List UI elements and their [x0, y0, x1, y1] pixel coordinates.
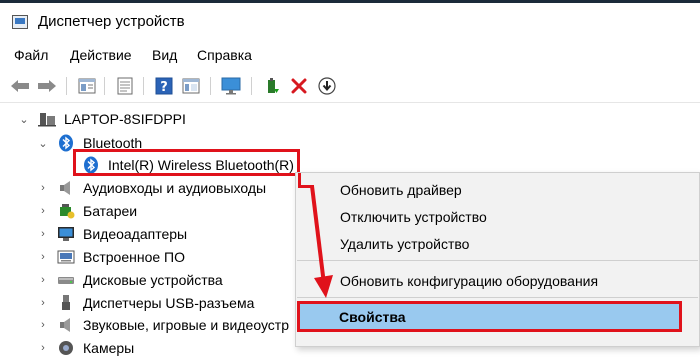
category-label: Звуковые, игровые и видеоустр: [83, 317, 289, 333]
tree-category[interactable]: › Звуковые, игровые и видеоустр: [37, 314, 289, 336]
chevron-right-icon[interactable]: ›: [37, 228, 49, 240]
chevron-right-icon[interactable]: ›: [37, 297, 49, 309]
menu-help[interactable]: Справка: [197, 47, 252, 63]
view-icon[interactable]: [180, 75, 202, 97]
category-label: Дисковые устройства: [83, 272, 223, 288]
toolbar-separator: [104, 77, 105, 95]
toolbar-separator: [210, 77, 211, 95]
firmware-icon: [57, 248, 75, 266]
properties-icon[interactable]: [76, 75, 98, 97]
usb-connector-icon: [57, 294, 75, 312]
chevron-right-icon[interactable]: ›: [37, 319, 49, 331]
chevron-right-icon[interactable]: ›: [37, 182, 49, 194]
battery-icon: [57, 202, 75, 220]
svg-text:?: ?: [160, 80, 168, 95]
tree-category[interactable]: › Камеры: [37, 337, 134, 359]
menu-bar: Файл Действие Вид Справка: [0, 44, 700, 68]
chevron-right-icon[interactable]: ›: [37, 342, 49, 354]
category-label: Видеоадаптеры: [83, 226, 188, 242]
camera-icon: [57, 339, 75, 357]
tree-root[interactable]: ⌄ LAPTOP-8SIFDPPI: [18, 108, 186, 130]
menu-update-driver[interactable]: Обновить драйвер: [340, 182, 462, 198]
category-label: Встроенное ПО: [83, 249, 185, 265]
computer-name: LAPTOP-8SIFDPPI: [64, 111, 186, 127]
uninstall-icon[interactable]: [288, 75, 310, 97]
window-title: Диспетчер устройств: [38, 13, 185, 30]
help-icon[interactable]: ?: [153, 75, 175, 97]
speaker-icon: [57, 179, 75, 197]
category-label: Батареи: [83, 203, 138, 219]
forward-icon[interactable]: [36, 75, 58, 97]
menu-uninstall-device[interactable]: Удалить устройство: [340, 236, 469, 252]
computer-icon: [38, 110, 56, 128]
chevron-right-icon[interactable]: ›: [37, 205, 49, 217]
back-icon[interactable]: [9, 75, 31, 97]
tree-category[interactable]: › Аудиовходы и аудиовыходы: [37, 177, 266, 199]
update-icon[interactable]: [114, 75, 136, 97]
add-driver-icon[interactable]: [261, 75, 283, 97]
sound-icon: [57, 316, 75, 334]
device-highlight-box: [73, 149, 300, 176]
display-adapter-icon: [57, 225, 75, 243]
disk-drive-icon: [57, 271, 75, 289]
toolbar-separator: [66, 77, 67, 95]
title-bar: Диспетчер устройств: [0, 3, 700, 39]
toolbar-separator: [251, 77, 252, 95]
toolbar: ?: [0, 70, 700, 103]
menu-separator: [297, 260, 698, 261]
toolbar-separator: [143, 77, 144, 95]
chevron-down-icon[interactable]: ⌄: [18, 113, 30, 126]
chevron-right-icon[interactable]: ›: [37, 251, 49, 263]
device-manager-icon: [12, 15, 28, 29]
download-icon[interactable]: [316, 75, 338, 97]
category-label: Диспетчеры USB-разъема: [83, 295, 255, 311]
category-label: Аудиовходы и аудиовыходы: [83, 180, 267, 196]
tree-category[interactable]: › Дисковые устройства: [37, 269, 223, 291]
tree-category[interactable]: › Встроенное ПО: [37, 246, 185, 268]
monitor-icon[interactable]: [220, 75, 242, 97]
menu-separator: [297, 297, 698, 298]
menu-file[interactable]: Файл: [14, 47, 48, 63]
menu-disable-device[interactable]: Отключить устройство: [340, 209, 487, 225]
chevron-down-icon[interactable]: ⌄: [37, 137, 49, 150]
menu-scan-hardware[interactable]: Обновить конфигурацию оборудования: [340, 273, 598, 289]
tree-category[interactable]: › Диспетчеры USB-разъема: [37, 292, 254, 314]
tree-category[interactable]: › Видеоадаптеры: [37, 223, 187, 245]
chevron-right-icon[interactable]: ›: [37, 274, 49, 286]
annotation-arrow: [310, 186, 333, 298]
category-label: Камеры: [83, 340, 135, 356]
menu-properties-label: Свойства: [339, 309, 406, 325]
menu-view[interactable]: Вид: [152, 47, 177, 63]
tree-category[interactable]: › Батареи: [37, 200, 137, 222]
menu-action[interactable]: Действие: [70, 47, 132, 63]
